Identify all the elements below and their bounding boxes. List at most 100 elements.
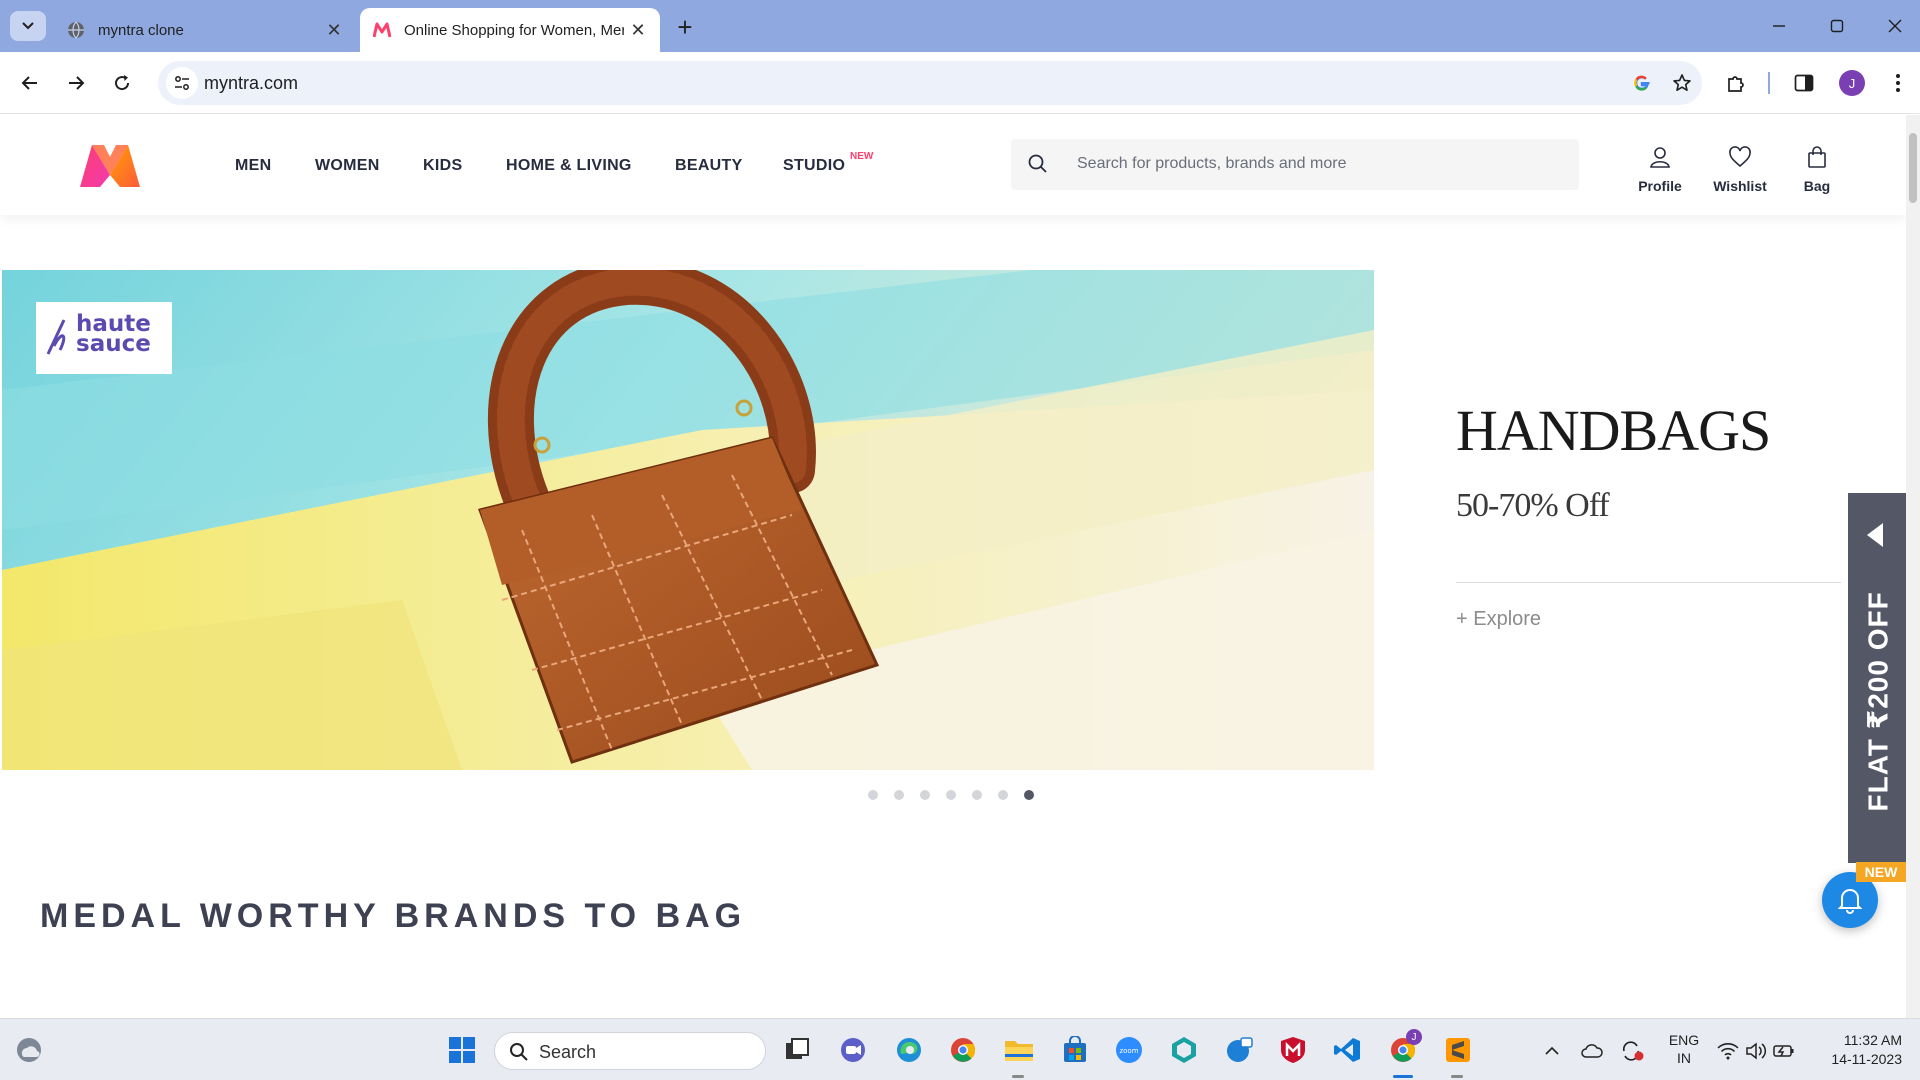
widgets-button[interactable] (12, 1033, 46, 1067)
minimize-button[interactable] (1756, 8, 1802, 44)
star-icon (1673, 74, 1691, 91)
carousel-dot[interactable] (920, 790, 930, 800)
language-indicator[interactable]: ENG IN (1666, 1031, 1702, 1067)
tab-search-button[interactable] (10, 11, 46, 41)
page-scrollbar[interactable] (1906, 115, 1920, 1018)
profile-label: Profile (1638, 178, 1682, 194)
nav-beauty[interactable]: BEAUTY (675, 157, 743, 175)
extensions-button[interactable] (1718, 65, 1754, 101)
running-indicator (1451, 1075, 1463, 1078)
wifi-tray[interactable] (1714, 1037, 1742, 1065)
wishlist-action[interactable]: Wishlist (1705, 145, 1775, 194)
avatar-initial: J (1848, 75, 1856, 91)
chevron-down-icon (22, 22, 34, 30)
close-icon (1888, 19, 1902, 33)
user-icon (1650, 147, 1670, 168)
nav-men[interactable]: MEN (235, 157, 271, 175)
nav-women[interactable]: WOMEN (315, 157, 380, 175)
store-app[interactable] (1058, 1033, 1092, 1067)
svg-text:zoom: zoom (1119, 1047, 1138, 1055)
close-window-button[interactable] (1872, 8, 1918, 44)
carousel-dot[interactable] (972, 790, 982, 800)
taskbar-search-label: Search (539, 1042, 597, 1062)
video-chat-icon (841, 1038, 865, 1062)
tab-myntra-active[interactable]: Online Shopping for Women, Men, Kids Fas… (360, 8, 660, 52)
show-hidden-icons-button[interactable] (1538, 1037, 1566, 1065)
cloud-icon (1581, 1044, 1603, 1058)
myntra-logo[interactable] (76, 141, 144, 191)
zoom-app[interactable]: zoom (1112, 1033, 1146, 1067)
explore-link[interactable]: + Explore (1456, 608, 1541, 631)
bookmark-button[interactable] (1664, 65, 1700, 101)
shield-icon (1281, 1037, 1305, 1063)
profile-action[interactable]: Profile (1625, 145, 1695, 194)
hero-banner-image[interactable]: haute sauce (2, 270, 1374, 770)
banner-subtitle: 50-70% Off (1456, 487, 1610, 524)
arrow-right-icon (69, 76, 85, 90)
edge-app[interactable] (892, 1033, 926, 1067)
carousel-dot[interactable] (894, 790, 904, 800)
globe-icon (66, 20, 86, 40)
bag-action[interactable]: Bag (1782, 145, 1852, 194)
carousel-dot[interactable] (998, 790, 1008, 800)
mcafee-app[interactable] (1276, 1033, 1310, 1067)
search-icon (1028, 154, 1047, 173)
start-button[interactable] (445, 1033, 479, 1067)
url-text[interactable]: myntra.com (204, 73, 298, 94)
minimize-icon (1773, 25, 1785, 27)
close-tab-icon[interactable]: ✕ (320, 16, 348, 44)
new-tab-button[interactable]: + (670, 12, 700, 42)
brand-logo-text: haute sauce (76, 311, 151, 357)
chrome-app[interactable] (946, 1033, 980, 1067)
vscode-app[interactable] (1330, 1033, 1364, 1067)
maximize-button[interactable] (1814, 8, 1860, 44)
carousel-dot[interactable] (868, 790, 878, 800)
forward-button[interactable] (58, 65, 94, 101)
sync-tray[interactable] (1618, 1037, 1646, 1065)
volume-tray[interactable] (1742, 1037, 1770, 1065)
chrome-icon (951, 1038, 975, 1062)
site-info-button[interactable] (166, 67, 198, 99)
reload-icon (115, 75, 130, 91)
reload-button[interactable] (104, 65, 140, 101)
chrome-menu-button[interactable] (1880, 65, 1916, 101)
onedrive-tray[interactable] (1578, 1037, 1606, 1065)
tab-title: Online Shopping for Women, Men, Kids Fas… (404, 21, 624, 39)
app-chat-bubble[interactable] (1222, 1033, 1256, 1067)
windows-icon (449, 1037, 475, 1063)
google-lens-button[interactable] (1624, 65, 1660, 101)
file-explorer-app[interactable] (1002, 1033, 1036, 1067)
wishlist-label: Wishlist (1713, 178, 1767, 194)
profile-button[interactable]: J (1834, 65, 1870, 101)
side-panel-button[interactable] (1786, 65, 1822, 101)
web-page: MEN WOMEN KIDS HOME & LIVING BEAUTY STUD… (0, 115, 1906, 1018)
google-g-icon (1634, 75, 1650, 91)
battery-tray[interactable] (1770, 1037, 1798, 1065)
close-tab-icon[interactable]: ✕ (624, 16, 652, 44)
profile-badge: J (1406, 1029, 1422, 1045)
meet-app[interactable] (836, 1033, 870, 1067)
lang-region: IN (1677, 1050, 1691, 1066)
taskbar-clock[interactable]: 11:32 AM 14-11-2023 (1812, 1031, 1902, 1069)
tab-myntra-clone[interactable]: myntra clone ✕ (56, 8, 356, 52)
puzzle-icon (1728, 76, 1744, 92)
bag-label: Bag (1803, 178, 1831, 194)
back-button[interactable] (12, 65, 48, 101)
nav-kids[interactable]: KIDS (423, 157, 462, 175)
product-search-bar[interactable]: Search for products, brands and more (1011, 139, 1579, 190)
scrollbar-thumb[interactable] (1909, 133, 1917, 203)
carousel-dot-active[interactable] (1024, 790, 1034, 800)
carousel-dot[interactable] (946, 790, 956, 800)
flat-offer-tab[interactable]: FLAT ₹200 OFF (1848, 493, 1906, 863)
address-bar[interactable]: myntra.com (158, 61, 1702, 105)
taskbar-search[interactable]: Search (494, 1032, 766, 1070)
nav-home-living[interactable]: HOME & LIVING (506, 157, 632, 175)
studio-new-badge: NEW (850, 151, 874, 162)
search-icon (510, 1043, 528, 1061)
sublime-app[interactable] (1441, 1033, 1475, 1067)
sync-alert-icon (1622, 1041, 1644, 1061)
arrow-left-icon (21, 76, 37, 90)
task-view-button[interactable] (780, 1033, 814, 1067)
app-hexagon[interactable] (1167, 1033, 1201, 1067)
nav-studio[interactable]: STUDIO (783, 157, 845, 175)
